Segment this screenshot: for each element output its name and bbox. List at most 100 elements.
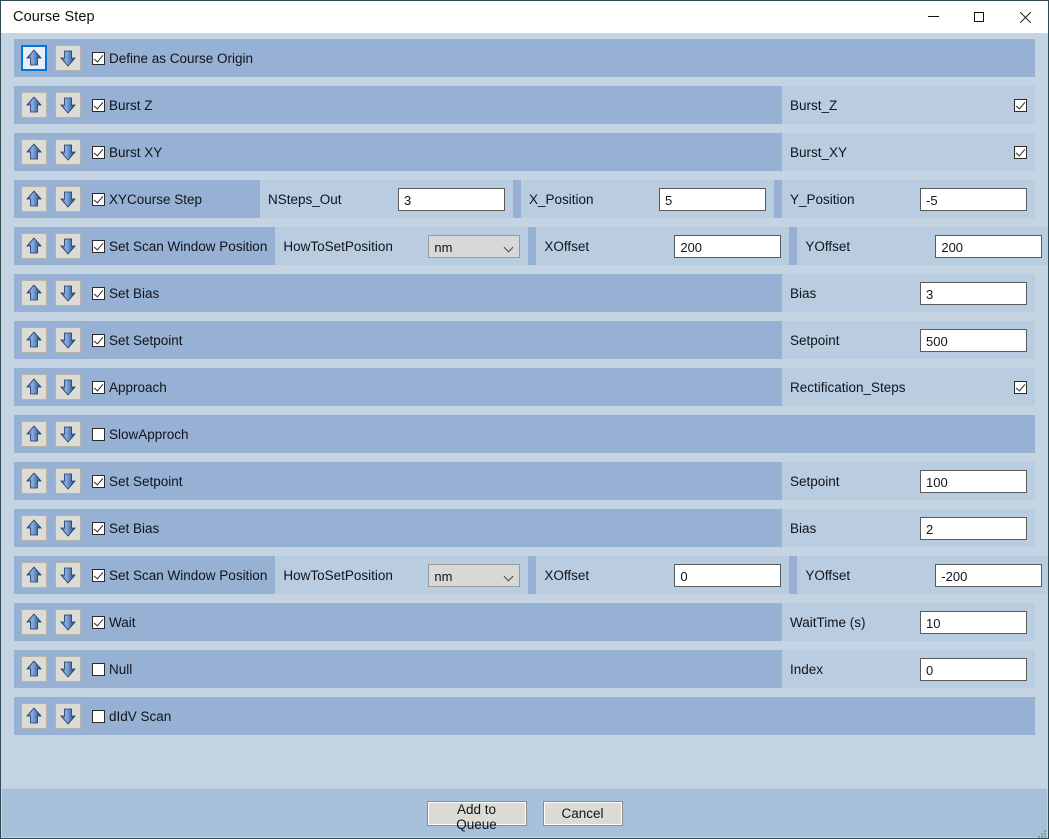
chevron-down-icon bbox=[505, 243, 514, 252]
move-down-button[interactable] bbox=[55, 374, 81, 400]
move-down-button[interactable] bbox=[55, 609, 81, 635]
step-enable-checkbox[interactable]: Approach bbox=[92, 380, 167, 395]
move-down-button[interactable] bbox=[55, 562, 81, 588]
step-label: Set Scan Window Position bbox=[109, 238, 268, 254]
param-combobox[interactable]: nm bbox=[428, 563, 521, 587]
close-button[interactable] bbox=[1002, 1, 1048, 32]
move-up-button[interactable] bbox=[21, 703, 47, 729]
step-label: Set Scan Window Position bbox=[109, 567, 268, 583]
step-enable-checkbox[interactable]: Set Bias bbox=[92, 521, 159, 536]
move-down-button[interactable] bbox=[55, 515, 81, 541]
move-up-button[interactable] bbox=[21, 139, 47, 165]
step-enable-checkbox[interactable]: Define as Course Origin bbox=[92, 51, 253, 66]
move-down-button[interactable] bbox=[55, 45, 81, 71]
param-input[interactable] bbox=[674, 234, 782, 258]
param-label: YOffset bbox=[805, 238, 851, 254]
move-up-button[interactable] bbox=[21, 609, 47, 635]
arrow-down-icon bbox=[58, 283, 78, 303]
step-row: dIdV Scan bbox=[14, 697, 1035, 735]
step-enable-checkbox[interactable]: Set Scan Window Position bbox=[92, 568, 267, 583]
step-enable-checkbox[interactable]: Wait bbox=[92, 615, 136, 630]
param-input[interactable] bbox=[398, 187, 505, 211]
param-input[interactable] bbox=[920, 469, 1027, 493]
grip-dot bbox=[1044, 833, 1046, 835]
param-input[interactable] bbox=[920, 328, 1027, 352]
move-down-button[interactable] bbox=[55, 703, 81, 729]
param-panel: Setpoint bbox=[782, 321, 1035, 359]
param-checkbox[interactable] bbox=[1014, 98, 1027, 112]
param-input[interactable] bbox=[920, 610, 1027, 634]
checkbox-unchecked-icon bbox=[92, 427, 105, 441]
checkbox-checked-icon bbox=[92, 98, 105, 112]
move-down-button[interactable] bbox=[55, 468, 81, 494]
param-input[interactable] bbox=[920, 516, 1027, 540]
param-panel: Rectification_Steps bbox=[782, 368, 1035, 406]
move-down-button[interactable] bbox=[55, 139, 81, 165]
move-up-button[interactable] bbox=[21, 280, 47, 306]
maximize-button[interactable] bbox=[956, 1, 1002, 32]
step-params: Setpoint bbox=[774, 321, 1035, 359]
step-label: Wait bbox=[109, 614, 136, 630]
move-up-button[interactable] bbox=[21, 421, 47, 447]
grip-dot bbox=[1044, 836, 1046, 838]
step-enable-checkbox[interactable]: Set Bias bbox=[92, 286, 159, 301]
param-input[interactable] bbox=[935, 563, 1043, 587]
step-enable-checkbox[interactable]: dIdV Scan bbox=[92, 709, 171, 724]
step-row: SlowApproch bbox=[14, 415, 1035, 453]
move-down-button[interactable] bbox=[55, 92, 81, 118]
move-down-button[interactable] bbox=[55, 186, 81, 212]
move-up-button[interactable] bbox=[21, 374, 47, 400]
move-up-button[interactable] bbox=[21, 468, 47, 494]
step-enable-checkbox[interactable]: Null bbox=[92, 662, 132, 677]
param-panel: Bias bbox=[782, 274, 1035, 312]
move-up-button[interactable] bbox=[21, 327, 47, 353]
param-input[interactable] bbox=[920, 657, 1027, 681]
move-up-button[interactable] bbox=[21, 233, 47, 259]
step-enable-checkbox[interactable]: Set Scan Window Position bbox=[92, 239, 267, 254]
param-checkbox[interactable] bbox=[1014, 380, 1027, 394]
minimize-button[interactable] bbox=[910, 1, 956, 32]
param-label: HowToSetPosition bbox=[283, 238, 393, 254]
maximize-icon bbox=[974, 11, 984, 22]
move-down-button[interactable] bbox=[55, 233, 81, 259]
step-enable-checkbox[interactable]: Burst XY bbox=[92, 145, 162, 160]
step-enable-checkbox[interactable]: Set Setpoint bbox=[92, 333, 183, 348]
step-enable-checkbox[interactable]: XYCourse Step bbox=[92, 192, 202, 207]
move-up-button[interactable] bbox=[21, 186, 47, 212]
move-up-button[interactable] bbox=[21, 45, 47, 71]
step-enable-checkbox[interactable]: Burst Z bbox=[92, 98, 153, 113]
param-input[interactable] bbox=[920, 281, 1027, 305]
step-label: Set Setpoint bbox=[109, 473, 183, 489]
param-panel: X_Position bbox=[521, 180, 774, 218]
checkbox-checked-icon bbox=[92, 474, 105, 488]
param-input[interactable] bbox=[659, 187, 766, 211]
param-checkbox[interactable] bbox=[1014, 145, 1027, 159]
move-down-button[interactable] bbox=[55, 327, 81, 353]
step-label: Define as Course Origin bbox=[109, 50, 254, 66]
checkbox-checked-icon bbox=[92, 333, 105, 347]
param-label: Setpoint bbox=[790, 332, 840, 348]
checkbox-checked-icon bbox=[92, 145, 105, 159]
move-down-button[interactable] bbox=[55, 656, 81, 682]
resize-grip[interactable] bbox=[1033, 823, 1046, 838]
step-enable-checkbox[interactable]: Set Setpoint bbox=[92, 474, 183, 489]
param-input[interactable] bbox=[920, 187, 1027, 211]
move-up-button[interactable] bbox=[21, 515, 47, 541]
arrow-up-icon bbox=[24, 424, 44, 444]
move-down-button[interactable] bbox=[55, 421, 81, 447]
param-label: YOffset bbox=[805, 567, 851, 583]
move-down-button[interactable] bbox=[55, 280, 81, 306]
move-up-button[interactable] bbox=[21, 562, 47, 588]
combobox-value: nm bbox=[434, 568, 453, 584]
add-to-queue-button[interactable]: Add to Queue bbox=[426, 800, 527, 832]
param-combobox[interactable]: nm bbox=[428, 234, 521, 258]
move-up-button[interactable] bbox=[21, 92, 47, 118]
cancel-button[interactable]: Cancel bbox=[542, 800, 623, 826]
move-up-button[interactable] bbox=[21, 656, 47, 682]
param-input[interactable] bbox=[935, 234, 1043, 258]
grip-dot bbox=[1041, 833, 1043, 835]
param-input[interactable] bbox=[674, 563, 782, 587]
step-enable-checkbox[interactable]: SlowApproch bbox=[92, 427, 189, 442]
step-params: Rectification_Steps bbox=[774, 368, 1035, 406]
step-params: Bias bbox=[774, 509, 1035, 547]
